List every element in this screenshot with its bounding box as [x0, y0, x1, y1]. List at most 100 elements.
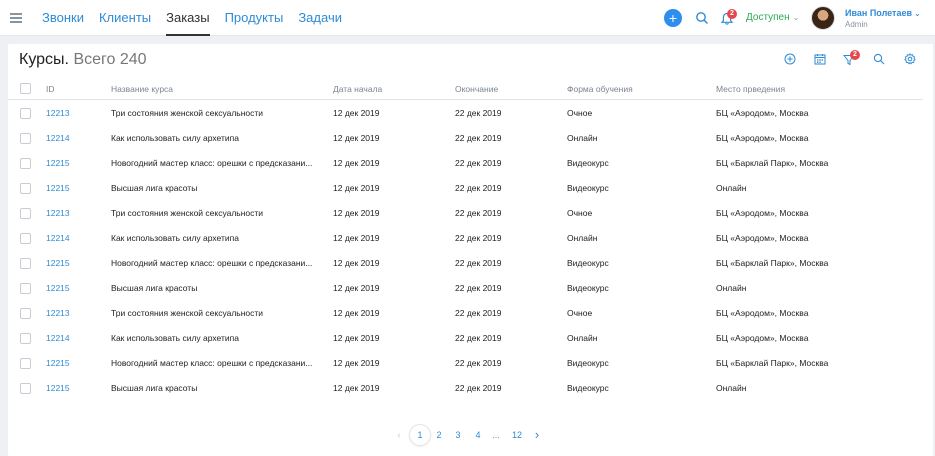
- row-checkbox[interactable]: [20, 383, 31, 394]
- cell-name: Три состояния женской сексуальности: [111, 208, 264, 218]
- cell-format: Видеокурс: [567, 283, 609, 293]
- cell-format: Очное: [567, 308, 593, 318]
- table-row[interactable]: 12214 Как использовать силу архетипа 12 де…: [8, 226, 923, 251]
- column-header-end[interactable]: Окончание: [455, 84, 498, 94]
- page-2[interactable]: 2: [432, 425, 446, 445]
- cell-name: Как использовать силу архетипа: [111, 333, 239, 343]
- cell-format: Очное: [567, 208, 593, 218]
- cell-location: Онлайн: [716, 183, 747, 193]
- user-role: Admin: [845, 20, 868, 29]
- table-row[interactable]: 12214 Как использовать силу архетипа 12 де…: [8, 326, 923, 351]
- filter-button[interactable]: 2: [843, 50, 860, 66]
- column-header-name[interactable]: Название курса: [111, 84, 173, 94]
- cell-end-date: 22 дек 2019: [455, 383, 502, 393]
- cell-name: Новогодний мастер класс: орешки с предск…: [111, 258, 313, 268]
- cell-end-date: 22 дек 2019: [455, 233, 502, 243]
- table-row[interactable]: 12215 Новогодний мастер класс: орешки с п…: [8, 251, 923, 276]
- table-row[interactable]: 12215 Высшая лига красоты 12 дек 2019 22 де…: [8, 176, 923, 201]
- page-title-text: Курсы.: [19, 51, 69, 68]
- table-row[interactable]: 12215 Новогодний мастер класс: орешки с п…: [8, 151, 923, 176]
- row-checkbox[interactable]: [20, 258, 31, 269]
- page-3[interactable]: 3: [451, 425, 465, 445]
- column-header-format[interactable]: Форма обучения: [567, 84, 633, 94]
- cell-location: БЦ «Барклай Парк», Москва: [716, 358, 829, 368]
- table-row[interactable]: 12215 Высшая лига красоты 12 дек 2019 22 де…: [8, 276, 923, 301]
- cell-id[interactable]: 12215: [46, 258, 101, 268]
- page-12[interactable]: 12: [508, 425, 526, 445]
- avatar[interactable]: [811, 6, 835, 30]
- calendar-icon[interactable]: [814, 53, 826, 65]
- gear-icon[interactable]: [904, 53, 916, 65]
- row-checkbox[interactable]: [20, 208, 31, 219]
- nav-item-products[interactable]: Продукты: [225, 0, 284, 36]
- menu-icon[interactable]: [10, 13, 22, 23]
- cell-start-date: 12 дек 2019: [333, 333, 380, 343]
- cell-end-date: 22 дек 2019: [455, 133, 502, 143]
- cell-start-date: 12 дек 2019: [333, 258, 380, 268]
- cell-id[interactable]: 12215: [46, 283, 101, 293]
- user-menu[interactable]: Иван Полетаев ⌄: [845, 8, 921, 18]
- nav-item-orders[interactable]: Заказы: [166, 0, 211, 36]
- search-icon[interactable]: [695, 11, 709, 25]
- nav-item-clients[interactable]: Клиенты: [99, 0, 151, 36]
- add-button[interactable]: +: [664, 9, 682, 27]
- column-header-location[interactable]: Место прведения: [716, 84, 785, 94]
- top-bar: Звонки Клиенты Заказы Продукты Задачи + …: [0, 0, 935, 36]
- cell-name: Как использовать силу архетипа: [111, 233, 239, 243]
- page-1[interactable]: 1: [410, 425, 430, 445]
- total-count: Всего 240: [73, 51, 147, 68]
- search-icon[interactable]: [873, 53, 885, 65]
- row-checkbox[interactable]: [20, 183, 31, 194]
- select-all-checkbox[interactable]: [20, 83, 31, 94]
- page-4[interactable]: 4: [471, 425, 485, 445]
- cell-id[interactable]: 12214: [46, 133, 101, 143]
- table-row[interactable]: 12214 Как использовать силу архетипа 12 де…: [8, 126, 923, 151]
- nav-item-calls[interactable]: Звонки: [42, 0, 84, 36]
- cell-format: Онлайн: [567, 133, 598, 143]
- table-row[interactable]: 12215 Высшая лига красоты 12 дек 2019 22 де…: [8, 376, 923, 401]
- cell-start-date: 12 дек 2019: [333, 133, 380, 143]
- status-label: Доступен: [746, 12, 790, 23]
- notifications[interactable]: 2: [720, 9, 737, 26]
- pagination: ‹ 1 2 3 4 ... 12 ›: [8, 425, 933, 445]
- table-row[interactable]: 12213 Три состояния женской сексуальности…: [8, 201, 923, 226]
- cell-location: БЦ «Аэродом», Москва: [716, 308, 809, 318]
- table-row[interactable]: 12213 Три состояния женской сексуальности…: [8, 101, 923, 126]
- cell-id[interactable]: 12215: [46, 358, 101, 368]
- cell-id[interactable]: 12215: [46, 158, 101, 168]
- row-checkbox[interactable]: [20, 358, 31, 369]
- chevron-right-icon[interactable]: ›: [530, 425, 544, 445]
- cell-end-date: 22 дек 2019: [455, 308, 502, 318]
- status-dropdown[interactable]: Доступен ⌄: [746, 12, 799, 23]
- cell-start-date: 12 дек 2019: [333, 233, 380, 243]
- cell-name: Высшая лига красоты: [111, 383, 198, 393]
- cell-id[interactable]: 12213: [46, 208, 101, 218]
- cell-id[interactable]: 12213: [46, 108, 101, 118]
- row-checkbox[interactable]: [20, 308, 31, 319]
- cell-id[interactable]: 12214: [46, 333, 101, 343]
- row-checkbox[interactable]: [20, 333, 31, 344]
- nav-item-tasks[interactable]: Задачи: [298, 0, 342, 36]
- cell-id[interactable]: 12213: [46, 308, 101, 318]
- page-title: Курсы. Всего 240: [19, 51, 147, 69]
- row-checkbox[interactable]: [20, 108, 31, 119]
- chevron-left-icon[interactable]: ‹: [392, 425, 406, 445]
- cell-id[interactable]: 12215: [46, 383, 101, 393]
- cell-id[interactable]: 12214: [46, 233, 101, 243]
- row-checkbox[interactable]: [20, 133, 31, 144]
- table-row[interactable]: 12215 Новогодний мастер класс: орешки с п…: [8, 351, 923, 376]
- row-checkbox[interactable]: [20, 158, 31, 169]
- row-checkbox[interactable]: [20, 283, 31, 294]
- row-checkbox[interactable]: [20, 233, 31, 244]
- cell-name: Новогодний мастер класс: орешки с предск…: [111, 358, 313, 368]
- cell-name: Три состояния женской сексуальности: [111, 108, 264, 118]
- cell-format: Видеокурс: [567, 358, 609, 368]
- cell-id[interactable]: 12215: [46, 183, 101, 193]
- cell-name: Высшая лига красоты: [111, 183, 198, 193]
- plus-circle-icon[interactable]: [784, 53, 796, 65]
- cell-format: Онлайн: [567, 233, 598, 243]
- column-header-id[interactable]: ID: [46, 84, 55, 94]
- column-header-start[interactable]: Дата начала: [333, 84, 382, 94]
- cell-format: Видеокурс: [567, 183, 609, 193]
- table-row[interactable]: 12213 Три состояния женской сексуальности…: [8, 301, 923, 326]
